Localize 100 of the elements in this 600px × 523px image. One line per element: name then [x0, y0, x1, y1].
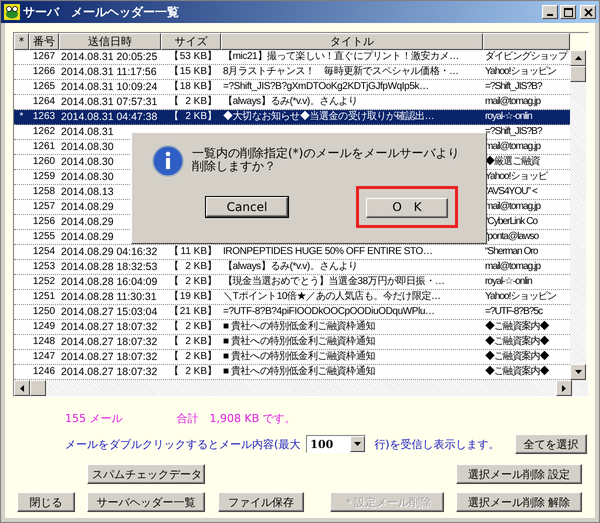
- mail-row[interactable]: 1246 2014.08.27 18:07:32 【 2 KB】 ■ 貴社への特別低金利ご融資枠通知 ◆ご融資案内◆: [14, 365, 570, 380]
- mail-number: 1248: [32, 335, 56, 349]
- mail-number: 1253: [32, 260, 56, 274]
- mail-row[interactable]: 1249 2014.08.27 18:07:32 【 2 KB】 ■ 貴社への特別低金利ご融資枠通知 ◆ご融資案内◆: [14, 320, 570, 335]
- mail-row[interactable]: 1247 2014.08.27 18:07:32 【 2 KB】 ■ 貴社への特別低金利ご融資枠通知 ◆ご融資案内◆: [14, 350, 570, 365]
- scroll-right-button[interactable]: [556, 380, 572, 396]
- mail-subject: 【always】るみ(*v.v)。さんより: [223, 261, 358, 272]
- column-header[interactable]: タイトル: [221, 33, 483, 50]
- scroll-thumb[interactable]: [570, 66, 586, 82]
- dialog-button[interactable]: Cancel: [206, 197, 288, 217]
- mail-number: 1250: [32, 305, 56, 319]
- mail-row[interactable]: 1267 2014.08.31 20:05:25 【53 KB】 【mic21】撮って楽しい！直ぐにプリント！激安カメ… ダイビングショップ: [14, 50, 570, 65]
- mail-count: 155 メール: [65, 411, 122, 426]
- mail-number: 1254: [32, 245, 56, 259]
- maximize-button[interactable]: [560, 5, 576, 19]
- mail-sender: ◆ご融資案内◆: [485, 366, 549, 377]
- mail-row[interactable]: 1266 2014.08.31 11:17:56 【15 KB】 8月ラストチャンス！ 毎時更新でスペシャル価格・… Yahoo!ショッピン: [14, 65, 570, 80]
- scroll-up-button[interactable]: [570, 50, 586, 66]
- mail-sender: ◆ご融資案内◆: [485, 321, 549, 332]
- column-header[interactable]: *: [14, 33, 29, 50]
- column-header[interactable]: 番号: [29, 33, 59, 50]
- mail-row[interactable]: 1264 2014.08.31 07:57:31 【 2 KB】 【always】るみ(*v.v)。さんより mail@tomag.jp: [14, 95, 570, 110]
- sent-date: 2014.08.29: [60, 215, 115, 229]
- maximize-icon: [564, 8, 572, 16]
- mail-subject: ■ 貴社への特別低金利ご融資枠通知: [223, 321, 376, 332]
- mail-number: 1255: [32, 230, 56, 244]
- mail-row[interactable]: 1253 2014.08.28 18:32:53 【 2 KB】 【always】るみ(*v.v)。さんより mail@tomag.jp: [14, 260, 570, 275]
- mail-sender: ◆ご融資案内◆: [485, 351, 549, 362]
- mail-size: 15 KB】: [180, 65, 217, 79]
- right-arrow-icon: [562, 384, 566, 392]
- bracket: 【: [169, 275, 179, 289]
- mail-sender: Yahoo!ショッピ: [485, 171, 547, 182]
- mail-number: 1265: [32, 80, 56, 94]
- sent-date: 2014.08.27 18:07:32: [60, 335, 158, 349]
- mail-number: 1249: [32, 320, 56, 334]
- sent-date: 2014.08.30: [60, 170, 115, 184]
- vertical-scrollbar[interactable]: [570, 50, 586, 380]
- sent-date: 2014.08.29 04:16:32: [60, 245, 158, 259]
- mail-number: 1259: [32, 170, 56, 184]
- action-button[interactable]: ファイル保存: [218, 492, 304, 512]
- bracket: 【: [169, 95, 179, 109]
- scroll-down-button[interactable]: [570, 364, 586, 380]
- sent-date: 2014.08.27 18:07:32: [60, 350, 158, 364]
- mail-number: 1257: [32, 200, 56, 214]
- mail-sender: mail@tomag.jp: [485, 141, 540, 152]
- bracket: 【: [169, 80, 179, 94]
- mail-size: 21 KB】: [180, 305, 217, 319]
- mail-subject: ■ 貴社への特別低金利ご融資枠通知: [223, 351, 376, 362]
- mail-subject: 8月ラストチャンス！ 毎時更新でスペシャル価格・…: [223, 66, 459, 77]
- select-all-button[interactable]: 全てを選択: [515, 434, 587, 454]
- column-header[interactable]: 送信日時: [59, 33, 161, 50]
- mail-sender: royal-☆-onlin: [485, 276, 532, 287]
- mail-row[interactable]: 1252 2014.08.28 16:04:09 【 2 KB】 【現金当選おめでとう】当選金38万円が即日振・… royal-☆-onlin: [14, 275, 570, 290]
- sent-date: 2014.08.28 16:04:09: [60, 275, 158, 289]
- delete-mark: *: [18, 110, 24, 124]
- mail-row[interactable]: 1248 2014.08.27 18:07:32 【 2 KB】 ■ 貴社への特別低金利ご融資枠通知 ◆ご融資案内◆: [14, 335, 570, 350]
- mail-subject: 【always】るみ(*v.v)。さんより: [223, 96, 358, 107]
- mail-size: 2 KB】: [185, 260, 217, 274]
- sent-date: 2014.08.31 20:05:25: [60, 50, 158, 64]
- mail-sender: “AVS4YOU” <: [485, 186, 537, 197]
- line-limit-dropdown[interactable]: 100: [306, 435, 366, 453]
- up-arrow-icon: [574, 56, 582, 60]
- mail-row[interactable]: 1265 2014.08.31 10:09:24 【18 KB】 =?Shift_JIS?B?gXmDTOoKg2KDTjGJfpWqIp5k… =?Shift_JIS?B?: [14, 80, 570, 95]
- action-button[interactable]: 選択メール削除 解除: [456, 492, 582, 512]
- mail-row[interactable]: 1250 2014.08.27 15:03:04 【21 KB】 =?UTF-8?B?4piFIOODkOOCpOODiuODquWPlu… =?UTF-8?B?5c: [14, 305, 570, 320]
- dialog-button[interactable]: O K: [366, 198, 448, 218]
- mail-size: 2 KB】: [185, 365, 217, 379]
- mail-row[interactable]: * 1263 2014.08.31 04:47:38 【 2 KB】 ◆大切なお知らせ◆当選金の受け取りが確認出… royal-☆-onlin: [14, 110, 570, 125]
- mail-size: 2 KB】: [185, 350, 217, 364]
- mail-row[interactable]: 1251 2014.08.28 11:30:31 【19 KB】 ＼Tポイント10倍★／あの人気店も。今だけ限定… Yahoo!ショッピン: [14, 290, 570, 305]
- mail-size: 2 KB】: [185, 335, 217, 349]
- scroll-left-button[interactable]: [14, 380, 30, 396]
- bracket: 【: [169, 65, 179, 79]
- horizontal-scrollbar[interactable]: [14, 380, 588, 396]
- bracket: 【: [169, 335, 179, 349]
- sent-date: 2014.08.29: [60, 230, 115, 244]
- minimize-button[interactable]: [542, 5, 558, 19]
- sent-date: 2014.08.28 18:32:53: [60, 260, 158, 274]
- sent-date: 2014.08.27 15:03:04: [60, 305, 158, 319]
- dialog-message: 削除しますか？: [192, 160, 277, 173]
- action-button[interactable]: サーバヘッダー一覧: [87, 492, 205, 512]
- sent-date: 2014.08.27 18:07:32: [60, 320, 158, 334]
- column-header[interactable]: [483, 33, 570, 50]
- mail-number: 1266: [32, 65, 56, 79]
- action-button[interactable]: 選択メール削除 設定: [456, 464, 582, 484]
- mail-sender: mail@tomag.jp: [485, 96, 540, 107]
- action-button[interactable]: 閉じる: [17, 492, 75, 512]
- sent-date: 2014.08.31 07:57:31: [60, 95, 158, 109]
- frog-icon: [4, 4, 20, 20]
- bracket: 【: [169, 365, 179, 379]
- bracket: 【: [169, 350, 179, 364]
- scroll-thumb[interactable]: [30, 380, 46, 396]
- mail-subject: 【mic21】撮って楽しい！直ぐにプリント！激安カメ…: [223, 51, 459, 62]
- action-button[interactable]: スパムチェックデータ: [87, 464, 205, 484]
- mail-number: 1256: [32, 215, 56, 229]
- mail-subject: =?Shift_JIS?B?gXmDTOoKg2KDTjGJfpWqIp5k…: [223, 81, 429, 92]
- down-arrow-icon: [574, 370, 582, 374]
- column-header[interactable]: サイズ: [161, 33, 221, 50]
- close-button[interactable]: [580, 5, 596, 19]
- mail-row[interactable]: 1254 2014.08.29 04:16:32 【11 KB】 IRONPEPTIDES HUGE 50% OFF ENTIRE STO… “Sherman Oro: [14, 245, 570, 260]
